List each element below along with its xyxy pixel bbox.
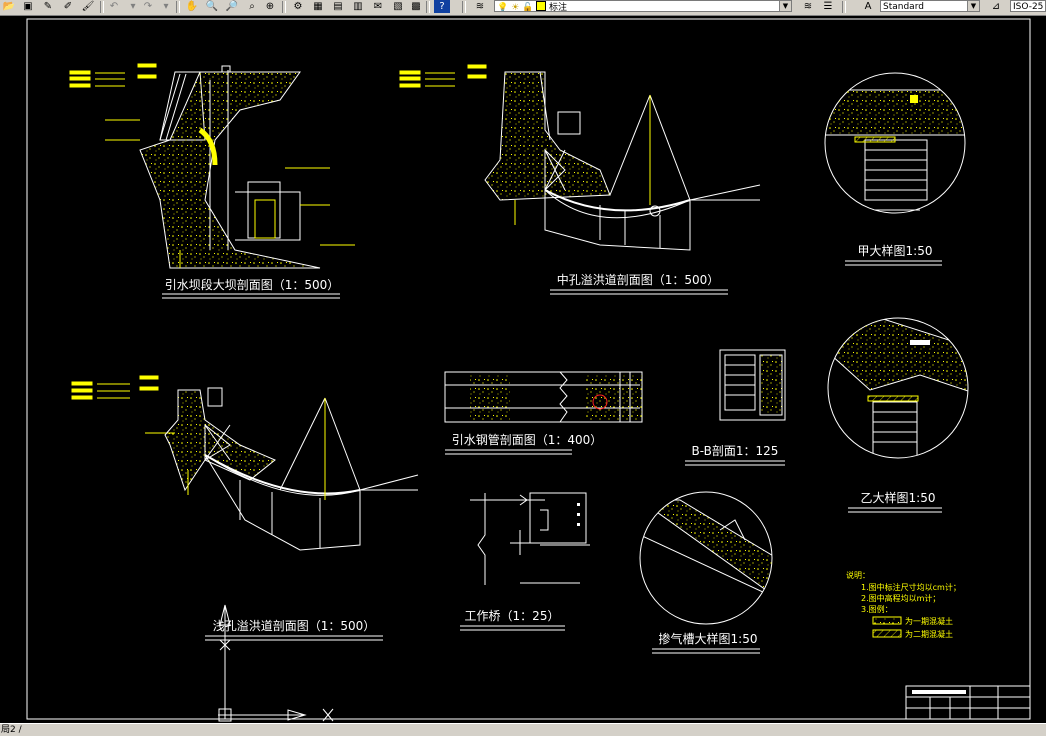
help-icon[interactable]: ? bbox=[434, 0, 450, 13]
brush-icon[interactable]: 🖌 bbox=[80, 0, 96, 13]
redo-dropdown-icon[interactable]: ▾ bbox=[158, 0, 174, 13]
layout-tab[interactable]: 局2 / bbox=[1, 724, 22, 736]
zoom-realtime-icon[interactable]: 🔍 bbox=[204, 0, 220, 13]
properties-icon[interactable]: ⚙ bbox=[290, 0, 306, 13]
sheet-set-icon[interactable]: ▥ bbox=[350, 0, 366, 13]
title-penstock: 引水钢管剖面图（1：400） bbox=[452, 432, 603, 447]
toolbar-separator bbox=[176, 1, 180, 13]
notes-line-3: 3.图例： bbox=[861, 604, 893, 614]
notes-line-1: 1.图中标注尺寸均以cm计； bbox=[861, 582, 961, 592]
title-detail-a: 甲大样图1:50 bbox=[858, 243, 933, 258]
toolbar-separator bbox=[462, 1, 466, 13]
design-center-icon[interactable]: ▦ bbox=[310, 0, 326, 13]
drawing-shallow-spillway bbox=[71, 375, 419, 551]
drawing-detail-b bbox=[827, 317, 969, 459]
undo-icon[interactable]: ↶ bbox=[106, 0, 122, 13]
legend-label-phase1: 为一期混凝土 bbox=[905, 616, 953, 626]
notes-block: 说明： 1.图中标注尺寸均以cm计； 2.图中高程均以m计； 3.图例： 为一期… bbox=[846, 570, 961, 639]
toolbar-separator bbox=[426, 1, 430, 13]
notes-line-2: 2.图中高程均以m计； bbox=[861, 593, 940, 603]
undo-dropdown-icon[interactable]: ▾ bbox=[125, 0, 141, 13]
status-bar: 局2 / bbox=[0, 723, 1046, 736]
save-icon[interactable]: ▣ bbox=[20, 0, 36, 13]
toolbar: 📂 ▣ ✎ ✐ 🖌 ↶ ▾ ↷ ▾ ✋ 🔍 🔎 ⌕ ⊕ ⚙ ▦ ▤ ▥ ✉ ▧ … bbox=[0, 0, 1046, 16]
lock-icon: 🔓 bbox=[522, 3, 534, 12]
legend-swatch-phase2 bbox=[872, 629, 902, 638]
toolbar-separator bbox=[282, 1, 286, 13]
title-aeration-slot: 掺气槽大样图1:50 bbox=[659, 631, 758, 646]
drawing-detail-a bbox=[824, 72, 966, 214]
text-style-combo[interactable]: Standard ▼ bbox=[880, 0, 980, 12]
layer-states-icon[interactable]: ☰ bbox=[820, 0, 836, 13]
zoom-extent-icon[interactable]: ⊕ bbox=[262, 0, 278, 13]
dim-style-icon[interactable]: ⊿ bbox=[988, 0, 1004, 13]
toolbar-separator bbox=[842, 1, 846, 13]
layer-previous-icon[interactable]: ≋ bbox=[800, 0, 816, 13]
layer-manager-icon[interactable]: ≋ bbox=[472, 0, 488, 13]
image-icon[interactable]: ▧ bbox=[390, 0, 406, 13]
pencil-icon[interactable]: ✎ bbox=[40, 0, 56, 13]
text-style-icon[interactable]: A bbox=[860, 0, 876, 13]
pan-icon[interactable]: ✋ bbox=[184, 0, 200, 13]
open-icon[interactable]: 📂 bbox=[1, 0, 17, 13]
lightbulb-icon: 💡 bbox=[497, 3, 509, 12]
zoom-window-icon[interactable]: 🔎 bbox=[224, 0, 240, 13]
title-block bbox=[905, 685, 1031, 720]
chevron-down-icon[interactable]: ▼ bbox=[967, 1, 979, 11]
drawing-middle-spillway bbox=[399, 64, 761, 251]
zoom-previous-icon[interactable]: ⌕ bbox=[244, 0, 260, 13]
drawing-penstock bbox=[444, 371, 643, 423]
title-dam-section: 引水坝段大坝剖面图（1：500） bbox=[165, 277, 340, 292]
drawing-section-bb bbox=[719, 349, 786, 421]
markup-icon[interactable]: ✉ bbox=[370, 0, 386, 13]
dim-style-combo[interactable]: ISO-25 bbox=[1010, 0, 1046, 12]
sun-icon: ☀ bbox=[511, 3, 520, 12]
toolbar-separator bbox=[100, 1, 104, 13]
legend-label-phase2: 为二期混凝土 bbox=[905, 629, 953, 639]
layer-combo-value: 标注 bbox=[549, 3, 568, 12]
drawing-dam-section bbox=[69, 63, 355, 269]
redo-icon[interactable]: ↷ bbox=[140, 0, 156, 13]
title-work-bridge: 工作桥（1：25） bbox=[465, 609, 560, 623]
legend-swatch-phase1 bbox=[872, 616, 902, 625]
tool-palette-icon[interactable]: ▤ bbox=[330, 0, 346, 13]
title-detail-b: 乙大样图1:50 bbox=[861, 490, 936, 505]
color-swatch-icon bbox=[536, 1, 547, 11]
layer-combo[interactable]: 💡 ☀ 🔓 标注 ▼ bbox=[494, 0, 792, 12]
title-middle-spillway: 中孔溢洪道剖面图（1：500） bbox=[557, 272, 720, 287]
title-shallow-spillway: 浅孔溢洪道剖面图（1：500） bbox=[213, 619, 376, 633]
drawing-work-bridge bbox=[470, 492, 590, 585]
notes-heading: 说明： bbox=[846, 570, 870, 580]
calculator-icon[interactable]: ▩ bbox=[408, 0, 424, 13]
title-section-bb: B-B剖面1：125 bbox=[692, 444, 779, 458]
dim-style-value: ISO-25 bbox=[1013, 2, 1044, 12]
chevron-down-icon[interactable]: ▼ bbox=[779, 1, 791, 11]
text-style-value: Standard bbox=[883, 2, 924, 12]
drawing-canvas[interactable]: 引水坝段大坝剖面图（1：500） 中孔溢洪道剖面图（1：500） 甲大样图1:5… bbox=[0, 16, 1046, 723]
match-icon[interactable]: ✐ bbox=[60, 0, 76, 13]
drawing-aeration-slot bbox=[639, 491, 773, 625]
